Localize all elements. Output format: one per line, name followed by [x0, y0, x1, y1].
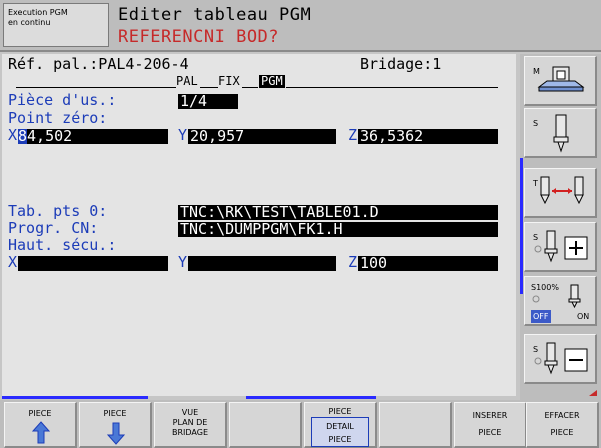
bottom-softkey-bar: PIECE PIECE VUE PLAN DE BRIDAGE PIECE DE… — [0, 400, 601, 448]
safety-z-axis-label: Z — [348, 253, 358, 271]
previous-piece-label: PIECE — [28, 409, 52, 418]
y-axis-label: Y — [178, 126, 188, 144]
m-function-icon — [537, 66, 585, 92]
dialog-prompt: REFERENCNI BOD? — [118, 27, 280, 47]
view-plan-label-2: PLAN DE — [172, 418, 208, 427]
tab-pal[interactable]: PAL — [176, 75, 198, 88]
z-zero-field[interactable]: 36,5362 — [358, 129, 498, 144]
t-tool-change-softkey[interactable]: T — [524, 168, 597, 218]
delete-piece-label-1: EFFACER — [544, 411, 580, 420]
safety-height-label: Haut. sécu.: — [8, 236, 117, 254]
view-plan-label-3: BRIDAGE — [171, 428, 208, 437]
spindle-speed-plus-softkey[interactable]: S — [524, 222, 597, 272]
x-zero-field[interactable]: 84,502 — [18, 129, 168, 144]
detail-piece-highlight: DETAIL PIECE — [311, 417, 369, 447]
tab-underline-left — [16, 87, 176, 88]
tab-underline-mid — [200, 87, 218, 88]
safety-z-field[interactable]: 100 — [358, 256, 498, 271]
detail-piece-softkey[interactable]: PIECE DETAIL PIECE — [304, 402, 377, 448]
nc-program-label: Progr. CN: — [8, 219, 99, 237]
piece-field[interactable]: 1/4 — [178, 94, 238, 109]
spindle-icon — [553, 114, 569, 153]
detail-piece-label-3: PIECE — [328, 435, 352, 444]
pallet-reference-label: Réf. pal.:PAL4-206-4 — [8, 55, 189, 73]
y-zero-field[interactable]: 20,957 — [188, 129, 336, 144]
safety-x-field[interactable] — [18, 256, 168, 271]
view-plan-label-1: VUE — [181, 408, 199, 417]
m-function-softkey[interactable]: M — [524, 56, 597, 106]
softkey-level-arrow-icon[interactable] — [587, 388, 599, 398]
empty-softkey-6 — [379, 402, 452, 448]
next-piece-label: PIECE — [103, 409, 127, 418]
pallet-table-form: Réf. pal.:PAL4-206-4 Bridage:1 PAL FIX P… — [2, 54, 516, 396]
view-fixture-plan-softkey[interactable]: VUE PLAN DE BRIDAGE — [154, 402, 227, 448]
mode-line-1: Execution PGM — [8, 8, 68, 17]
piece-label: Pièce d'us.: — [8, 91, 117, 109]
spindle-override-softkey[interactable]: S100% OFF ON — [524, 276, 597, 326]
mode-line-2: en continu — [8, 18, 51, 27]
arrow-down-icon — [106, 422, 126, 445]
tab-fix[interactable]: FIX — [218, 75, 240, 88]
x-axis-label: X — [8, 126, 18, 144]
z-axis-label: Z — [348, 126, 358, 144]
spindle-plus-icon — [534, 230, 588, 263]
insert-piece-softkey[interactable]: INSERER PIECE — [454, 402, 527, 448]
tab-pgm[interactable]: PGM — [259, 75, 285, 88]
empty-softkey-4 — [229, 402, 302, 448]
spindle-override-icon — [532, 284, 581, 309]
detail-piece-label-2: DETAIL — [326, 422, 354, 431]
input-cursor: 8 — [18, 129, 28, 144]
safety-x-axis-label: X — [8, 253, 18, 271]
safety-y-field[interactable] — [188, 256, 336, 271]
softkey-bar-indicator-mid — [246, 396, 376, 399]
softkey-bar-indicator-left — [2, 396, 148, 399]
bridage-label: Bridage:1 — [360, 55, 442, 73]
detail-piece-label-1: PIECE — [328, 407, 352, 416]
spindle-speed-minus-softkey[interactable]: S — [524, 334, 597, 384]
right-softkey-column: M S T S S100% OFF ON S — [520, 54, 601, 400]
arrow-up-icon — [31, 421, 51, 444]
nc-program-field[interactable]: TNC:\DUMPPGM\FK1.H — [178, 222, 498, 237]
tnc-screen: Execution PGM en continu Editer tableau … — [0, 0, 601, 448]
datum-table-label: Tab. pts 0: — [8, 202, 108, 220]
insert-piece-label-1: INSERER — [472, 411, 508, 420]
x-zero-value: 4,502 — [27, 129, 73, 144]
previous-piece-softkey[interactable]: PIECE — [4, 402, 77, 448]
delete-piece-softkey[interactable]: EFFACER PIECE — [526, 402, 599, 448]
next-piece-softkey[interactable]: PIECE — [79, 402, 152, 448]
s-spindle-softkey[interactable]: S — [524, 108, 597, 158]
tab-underline-right — [286, 87, 498, 88]
header-bar: Execution PGM en continu Editer tableau … — [0, 0, 601, 52]
tool-change-icon — [540, 176, 584, 205]
delete-piece-label-2: PIECE — [550, 428, 574, 437]
operating-mode-box: Execution PGM en continu — [3, 3, 109, 47]
insert-piece-label-2: PIECE — [478, 428, 502, 437]
safety-y-axis-label: Y — [178, 253, 188, 271]
point-zero-label: Point zéro: — [8, 109, 108, 127]
tab-underline-mid2 — [242, 87, 258, 88]
spindle-minus-icon — [534, 342, 588, 375]
datum-table-field[interactable]: TNC:\RK\TEST\TABLE01.D — [178, 205, 498, 220]
right-softkey-scroll-indicator — [520, 158, 523, 294]
page-title: Editer tableau PGM — [118, 5, 312, 25]
